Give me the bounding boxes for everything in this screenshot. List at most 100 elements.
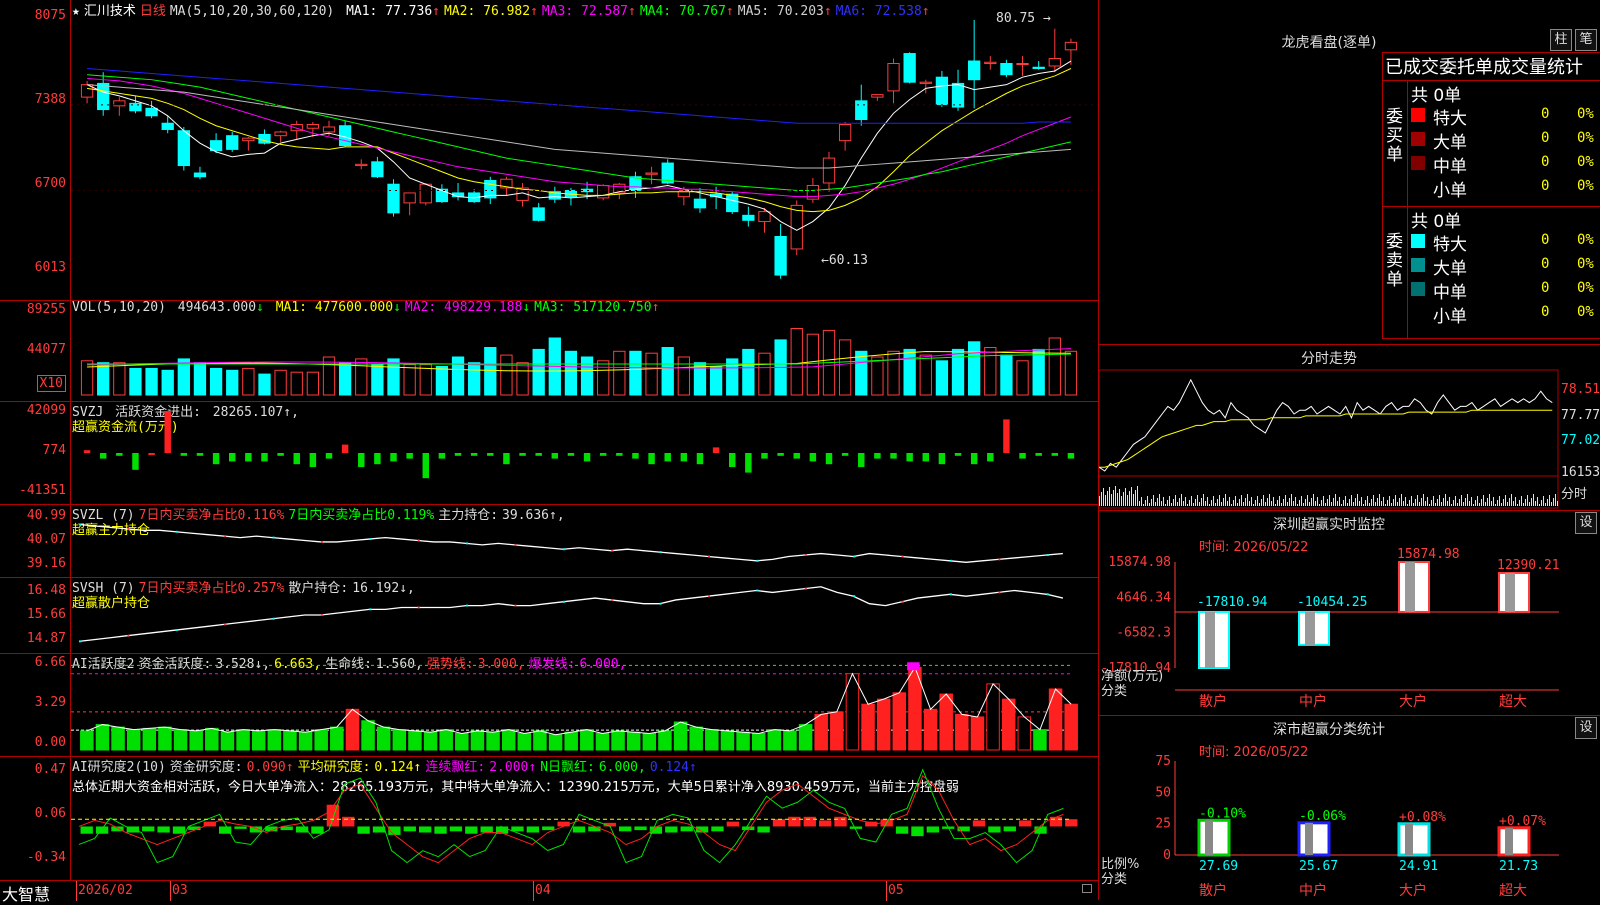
sz-category-chart[interactable]: 75 50 25 0 比例%分类 -0.10% 27.69 散户 -0.06% 25.67 中户 +0… (1099, 715, 1600, 900)
intraday-panel[interactable]: 分时走势 78.51 77.77 77.02 16153 分时 (1098, 344, 1600, 511)
intraday-vol (1129, 491, 1130, 506)
ratio-bar-shade (1405, 823, 1413, 855)
tick-mode-button[interactable]: 笔 (1575, 29, 1597, 51)
activity-bar (720, 730, 735, 751)
activity-bar (658, 730, 672, 751)
y-tick: 25 (1155, 817, 1171, 832)
intraday-vol (1119, 489, 1120, 506)
flow-bar (954, 453, 962, 456)
net-bar-shade (1305, 611, 1315, 645)
flow-bar (809, 453, 817, 462)
candle-body (984, 61, 997, 65)
activity-bar (736, 731, 750, 751)
volume-bar (516, 362, 529, 396)
lhb-row: 大单 0 0% (1409, 127, 1600, 153)
candle-chart[interactable]: 80.75 → ←60.13 (71, 0, 1098, 300)
line-marker (320, 614, 323, 616)
ratio-value-label: 27.69 (1199, 859, 1238, 874)
intraday-vol (1239, 499, 1240, 506)
intraday-vol (1483, 495, 1484, 506)
sz-monitor-panel[interactable]: 深圳超赢实时监控 设 时间: 2026/05/22 15874.98 4646.3… (1098, 510, 1600, 716)
research-bar (1049, 816, 1063, 827)
category-label: 大户 (1399, 693, 1427, 710)
flow-bar (99, 453, 107, 459)
ratio-bar-shade (1305, 822, 1313, 855)
svzl-chart[interactable] (71, 504, 1098, 577)
intraday-vol (1431, 500, 1432, 506)
intraday-vol (1371, 499, 1372, 506)
volume-chart[interactable] (71, 300, 1098, 401)
intraday-vol (1481, 499, 1482, 506)
intraday-vol (1509, 498, 1510, 506)
svzl-panel[interactable]: 40.99 40.07 39.16 SVZL (7) 7日内买卖净占比0.116%… (0, 504, 1098, 578)
intraday-vol (1155, 502, 1156, 506)
lhb-row-value: 0 (1541, 232, 1550, 248)
flow-bar (825, 453, 833, 465)
intraday-vol (1529, 502, 1530, 506)
volume-bar (968, 341, 981, 396)
x-tick (76, 881, 77, 901)
volume-bar (468, 362, 481, 396)
line-marker (998, 558, 1001, 561)
avg-price-line (1099, 409, 1553, 468)
volume-bar (322, 356, 336, 396)
y-tick: -6582.3 (1116, 626, 1171, 641)
svzj-panel[interactable]: 42099 774 -41351 SVZJ 活跃资金进出: 28265.107↑… (0, 401, 1098, 505)
research-bar (403, 826, 416, 832)
volume-bar (871, 356, 884, 396)
flow-bar (874, 453, 881, 459)
net-bar-shade (1405, 562, 1415, 612)
intraday-vol (1397, 502, 1398, 506)
intraday-vol (1471, 497, 1472, 506)
ai-activity-panel[interactable]: 6.66 3.29 0.00 AI活跃度2 资金活跃度: 3.528↓, 6.663,… (0, 653, 1098, 757)
candle-body (742, 214, 755, 221)
svzj-chart[interactable] (71, 401, 1098, 504)
activity-bar (283, 730, 297, 751)
lhb-row-percent: 0% (1577, 154, 1594, 170)
ai-research-panel[interactable]: 0.47 0.06 -0.34 AI研究度2(10) 资金研究度: 0.090↑ 平均… (0, 756, 1098, 880)
intraday-vol (1519, 500, 1520, 506)
intraday-vol (1551, 502, 1552, 506)
svsh-chart[interactable] (71, 577, 1098, 653)
flow-bar (906, 453, 913, 462)
candle-panel[interactable]: 8075 7388 6700 6013 ★ 汇川技术 日线 MA(5,10,20,30… (0, 0, 1098, 301)
intraday-vol (1255, 500, 1256, 506)
volume-bar (306, 371, 320, 396)
volume-bar (532, 348, 545, 396)
svsh-tick: 16.48 (26, 583, 66, 598)
research-bar (172, 826, 186, 834)
volume-bar (419, 364, 432, 396)
lock-icon[interactable] (1082, 884, 1092, 893)
lhb-row-value: 0 (1541, 106, 1550, 122)
intraday-vol (1399, 498, 1400, 506)
activity-bar (611, 730, 625, 751)
sz-monitor-chart[interactable]: 15874.98 4646.34 -6582.3 -17810.94 净额(万元)分类 -… (1099, 510, 1600, 715)
bar-mode-button[interactable]: 柱 (1550, 29, 1572, 51)
volume-axis: 89255 44077 X10 (0, 300, 71, 401)
ai-research-chart[interactable] (71, 756, 1098, 880)
ai-activity-chart[interactable] (71, 653, 1098, 756)
activity-bar (564, 731, 578, 751)
volume-bar (451, 356, 465, 396)
intraday-vol (1169, 496, 1170, 506)
flow-bar (664, 453, 671, 462)
intraday-vol (1425, 501, 1426, 506)
intraday-vol (1133, 494, 1134, 506)
svsh-panel[interactable]: 16.48 15.66 14.87 SVSH (7) 7日内买卖净占比0.257%… (0, 577, 1098, 654)
ma-line-ma120 (87, 67, 1071, 124)
line-marker (224, 535, 227, 538)
activity-bar (1064, 703, 1078, 751)
intraday-vol (1243, 502, 1244, 506)
intraday-chart[interactable] (1099, 368, 1559, 510)
volume-panel[interactable]: 89255 44077 X10 VOL(5,10,20) 494643.000↓… (0, 300, 1098, 402)
flow-bar (277, 453, 284, 456)
intraday-vol (1545, 503, 1546, 506)
volume-bar (629, 350, 642, 396)
sz-category-panel[interactable]: 深市超赢分类统计 设 时间: 2026/05/22 75 50 25 0 比例% 分类 -0… (1098, 715, 1600, 900)
intraday-vol (1251, 497, 1252, 506)
color-swatch (1411, 234, 1425, 248)
flow-bar (196, 453, 204, 456)
activity-bar (470, 730, 485, 751)
intraday-vol (1357, 494, 1358, 506)
activity-bar (314, 729, 328, 751)
